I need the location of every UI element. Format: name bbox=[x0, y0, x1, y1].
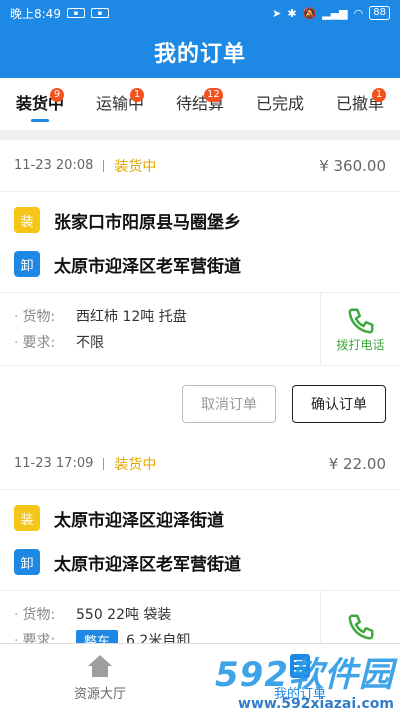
tab-badge: 1 bbox=[372, 88, 386, 102]
location-icon: ➤ bbox=[272, 6, 282, 20]
divider bbox=[103, 159, 105, 172]
bluetooth-icon: ✱ bbox=[287, 6, 297, 20]
order-tabs: 装货中 9 运输中 1 待结算 12 已完成 已撤单 1 bbox=[0, 78, 400, 130]
confirm-order-button[interactable]: 确认订单 bbox=[292, 385, 386, 423]
phone-icon bbox=[348, 308, 373, 333]
requirement-row: 要求: 整车 6.2米自卸 bbox=[14, 627, 306, 643]
battery-indicator: 88 bbox=[369, 6, 390, 20]
app-notification-icon: ▪ bbox=[90, 8, 109, 18]
cargo-label: 货物: bbox=[14, 306, 76, 326]
requirement-value: 不限 bbox=[76, 335, 104, 351]
order-price: ¥ 360.00 bbox=[319, 156, 386, 175]
load-address: 张家口市阳原县马圈堡乡 bbox=[54, 212, 241, 233]
signal-icon: ▂▄▆ bbox=[322, 6, 348, 20]
cargo-row: 货物: 西红柿 12吨 托盘 bbox=[14, 303, 306, 329]
page-title: 我的订单 bbox=[153, 42, 246, 67]
order-status: 装货中 bbox=[114, 456, 157, 473]
load-tag: 装 bbox=[14, 505, 40, 531]
cargo-value: 550 22吨 袋装 bbox=[76, 607, 172, 623]
nav-label: 资源大厅 bbox=[73, 687, 126, 702]
load-tag: 装 bbox=[14, 207, 40, 233]
order-datetime: 11-23 20:08 bbox=[14, 158, 94, 173]
order-card[interactable]: 11-23 17:09 装货中 ¥ 22.00 装 太原市迎泽区迎泽街道 卸 太… bbox=[0, 438, 400, 643]
nav-resource-hall[interactable]: 资源大厅 bbox=[0, 644, 200, 711]
order-actions: 取消订单 确认订单 bbox=[0, 366, 400, 442]
requirement-row: 要求: 不限 bbox=[14, 329, 306, 355]
load-address-row: 装 张家口市阳原县马圈堡乡 bbox=[0, 198, 400, 242]
call-button[interactable]: 拨打电话 bbox=[320, 293, 400, 365]
cargo-label: 货物: bbox=[14, 604, 76, 624]
notification-icon: ▪ bbox=[66, 8, 85, 18]
nav-my-orders[interactable]: 我的订单 bbox=[200, 644, 400, 711]
divider bbox=[103, 457, 105, 470]
home-icon bbox=[88, 655, 112, 677]
tab-pending-settlement[interactable]: 待结算 12 bbox=[160, 78, 240, 130]
tab-completed[interactable]: 已完成 bbox=[240, 78, 320, 130]
tab-in-transit[interactable]: 运输中 1 bbox=[80, 78, 160, 130]
order-header: 11-23 17:09 装货中 ¥ 22.00 bbox=[0, 438, 400, 490]
active-tab-indicator bbox=[31, 119, 49, 122]
cargo-value: 西红柿 12吨 托盘 bbox=[76, 309, 187, 325]
call-label: 拨打电话 bbox=[336, 337, 385, 352]
unload-address: 太原市迎泽区老军营街道 bbox=[54, 256, 241, 277]
phone-icon bbox=[348, 614, 373, 640]
call-button[interactable] bbox=[320, 591, 400, 643]
unload-address: 太原市迎泽区老军营街道 bbox=[54, 554, 241, 575]
order-card[interactable]: 11-23 20:08 装货中 ¥ 360.00 装 张家口市阳原县马圈堡乡 卸… bbox=[0, 140, 400, 442]
order-datetime: 11-23 17:09 bbox=[14, 456, 94, 471]
order-details: 货物: 550 22吨 袋装 要求: 整车 6.2米自卸 bbox=[0, 590, 400, 643]
title-bar: 我的订单 bbox=[0, 26, 400, 78]
cancel-order-button[interactable]: 取消订单 bbox=[182, 385, 276, 423]
order-details: 货物: 西红柿 12吨 托盘 要求: 不限 拨打电话 bbox=[0, 292, 400, 366]
orders-icon bbox=[290, 654, 310, 678]
mute-icon: 🔕 bbox=[302, 6, 317, 20]
requirement-label: 要求: bbox=[14, 630, 76, 643]
bottom-navigation: 资源大厅 我的订单 bbox=[0, 643, 400, 711]
cargo-row: 货物: 550 22吨 袋装 bbox=[14, 601, 306, 627]
vehicle-type-chip: 整车 bbox=[76, 629, 119, 643]
order-header: 11-23 20:08 装货中 ¥ 360.00 bbox=[0, 140, 400, 192]
tab-badge: 12 bbox=[204, 88, 223, 102]
nav-label: 我的订单 bbox=[273, 687, 326, 702]
status-time: 晚上8:49 bbox=[10, 6, 61, 21]
tab-loading[interactable]: 装货中 9 bbox=[0, 78, 80, 130]
unload-tag: 卸 bbox=[14, 549, 40, 575]
requirement-label: 要求: bbox=[14, 332, 76, 352]
tab-label: 已完成 bbox=[255, 94, 304, 113]
load-address: 太原市迎泽区迎泽街道 bbox=[54, 510, 224, 531]
order-price: ¥ 22.00 bbox=[328, 454, 386, 473]
unload-address-row: 卸 太原市迎泽区老军营街道 bbox=[0, 242, 400, 286]
wifi-icon: ◠ bbox=[353, 6, 364, 20]
tab-withdrawn[interactable]: 已撤单 1 bbox=[320, 78, 400, 130]
status-bar: 晚上8:49 ▪ ▪ ➤ ✱ 🔕 ▂▄▆ ◠ 88 bbox=[0, 0, 400, 26]
tab-badge: 9 bbox=[50, 88, 64, 102]
requirement-value: 6.2米自卸 bbox=[126, 633, 191, 643]
load-address-row: 装 太原市迎泽区迎泽街道 bbox=[0, 496, 400, 540]
order-status: 装货中 bbox=[114, 158, 157, 175]
tab-badge: 1 bbox=[130, 88, 144, 102]
unload-address-row: 卸 太原市迎泽区老军营街道 bbox=[0, 540, 400, 584]
unload-tag: 卸 bbox=[14, 251, 40, 277]
